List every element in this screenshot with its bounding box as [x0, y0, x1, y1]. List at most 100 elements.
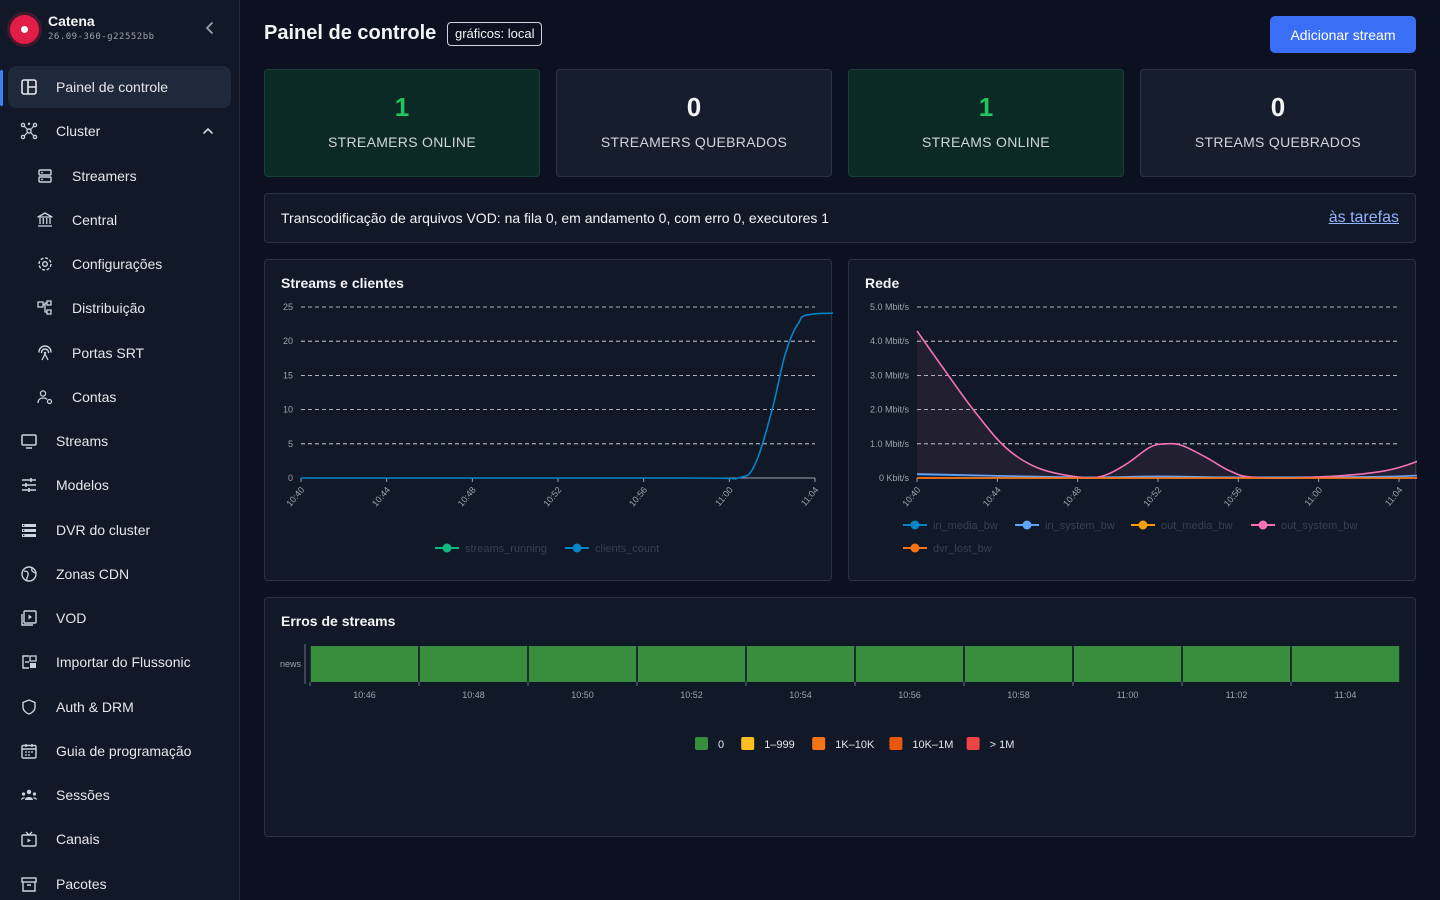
x-tick-label: 10:50 — [571, 690, 594, 700]
legend-label: out_media_bw — [1161, 520, 1233, 532]
x-tick-label: 11:04 — [1383, 485, 1405, 508]
sidebar-item-cluster[interactable]: Cluster — [8, 110, 231, 152]
sidebar-item-label: Painel de controle — [56, 79, 169, 95]
y-tick-label: 10 — [283, 405, 293, 415]
legend-label: > 1M — [990, 739, 1015, 751]
stat-label: STREAMERS QUEBRADOS — [600, 134, 788, 150]
sidebar-item-label: Zonas CDN — [56, 566, 130, 582]
x-tick-label: 10:58 — [1007, 690, 1030, 700]
heatmap-cell — [964, 646, 1073, 682]
legend-item: > 1M — [966, 737, 1015, 751]
globe-icon — [21, 566, 37, 582]
stat-label: STREAMS QUEBRADOS — [1194, 134, 1362, 150]
stat-streams-broken: 0 STREAMS QUEBRADOS — [1140, 69, 1416, 177]
legend-label: 10K–1M — [912, 739, 953, 751]
sidebar-item-canais[interactable]: Canais — [8, 818, 231, 860]
sidebar-item-pacotes[interactable]: Pacotes — [8, 863, 231, 900]
sidebar-item-streams[interactable]: Streams — [8, 420, 231, 462]
sidebar-item-label: Sessões — [56, 787, 110, 803]
stat-streams-online: 1 STREAMS ONLINE — [848, 69, 1124, 177]
sidebar-item-configuracoes[interactable]: Configurações — [8, 243, 231, 285]
sidebar-item-label: Canais — [56, 831, 100, 847]
legend-label: 1K–10K — [835, 739, 875, 751]
collapse-sidebar-icon[interactable] — [202, 20, 218, 36]
sidebar-item-distribuicao[interactable]: Distribuição — [8, 287, 231, 329]
y-tick-label: 5.0 Mbit/s — [870, 302, 910, 312]
x-tick-label: 10:48 — [456, 485, 478, 509]
legend-label: 0 — [718, 739, 724, 751]
x-tick-label: 10:56 — [898, 690, 921, 700]
distribution-icon — [37, 300, 52, 315]
y-tick-label: 5 — [288, 439, 293, 449]
heatmap-cell — [528, 646, 637, 682]
legend-label: in_system_bw — [1045, 520, 1115, 532]
sidebar-item-sessoes[interactable]: Sessões — [8, 774, 231, 816]
sidebar-item-importar[interactable]: Importar do Flussonic — [8, 641, 231, 683]
tv-icon — [21, 831, 37, 847]
y-tick-label: 3.0 Mbit/s — [870, 370, 910, 380]
x-tick-label: 10:48 — [462, 690, 485, 700]
x-tick-label: 10:52 — [680, 690, 703, 700]
x-tick-label: 11:04 — [799, 485, 821, 508]
sidebar-item-dashboard[interactable]: Painel de controle — [8, 66, 231, 108]
legend-marker — [572, 543, 582, 553]
chevron-up-icon[interactable] — [201, 124, 215, 138]
row-label: news — [280, 659, 302, 669]
users-icon — [21, 789, 37, 800]
sidebar-item-zonas-cdn[interactable]: Zonas CDN — [8, 553, 231, 595]
legend-swatch — [741, 737, 755, 750]
add-stream-button[interactable]: Adicionar stream — [1270, 16, 1416, 53]
sidebar-item-label: Central — [72, 212, 118, 228]
legend-item: 1–999 — [741, 737, 795, 751]
sidebar-item-vod[interactable]: VOD — [8, 597, 231, 639]
legend-item-clients_count: clients_count — [565, 543, 659, 555]
tasks-link[interactable]: às tarefas — [1329, 209, 1399, 227]
sidebar-item-label: VOD — [56, 610, 87, 626]
sidebar-item-guia[interactable]: Guia de programação — [8, 730, 231, 772]
sidebar-item-modelos[interactable]: Modelos — [8, 464, 231, 506]
legend-marker — [1138, 520, 1148, 530]
stream-errors-panel: Erros de streams news 10:46 10:48 10:50 10:5… — [264, 597, 1416, 837]
sidebar-item-contas[interactable]: Contas — [8, 376, 231, 418]
sidebar-item-label: Streams — [56, 433, 109, 449]
legend-item-dvr_lost_bw: dvr_lost_bw — [903, 543, 992, 555]
sliders-icon — [22, 478, 36, 492]
x-tick-label: 10:52 — [541, 485, 563, 509]
legend-swatch — [889, 737, 903, 750]
network-panel: Rede 0 Kbit/s 1.0 Mbit/s 2.0 Mbit/s 3.0 Mbi… — [848, 259, 1417, 581]
legend-marker — [1258, 520, 1268, 530]
sidebar-item-streamers[interactable]: Streamers — [8, 155, 231, 197]
x-tick-label: 10:48 — [1061, 485, 1083, 509]
x-tick-label: 10:56 — [627, 485, 649, 509]
x-tick-label: 10:46 — [353, 690, 376, 700]
streams-clients-panel: Streams e clientes 0 5 10 15 20 25 10:40 10:44 1… — [264, 259, 833, 581]
x-tick-label: 11:00 — [1302, 485, 1324, 508]
network-chart: 0 Kbit/s 1.0 Mbit/s 2.0 Mbit/s 3.0 Mbit/s 4.… — [870, 302, 1417, 555]
sidebar-item-dvr-do-cluster[interactable]: DVR do cluster — [8, 509, 231, 551]
y-tick-label: 20 — [283, 336, 293, 346]
sidebar-item-label: Modelos — [56, 477, 109, 493]
charts-source-badge[interactable]: gráficos: local — [447, 22, 543, 46]
x-tick-label: 10:44 — [370, 485, 392, 509]
series-area-out_system_bw — [917, 330, 1417, 478]
heatmap-cell — [746, 646, 855, 682]
heatmap-cell — [310, 646, 419, 682]
page-title: Painel de controle — [264, 22, 437, 44]
monitor-icon — [21, 434, 37, 449]
bank-icon — [37, 212, 53, 227]
sidebar-item-central[interactable]: Central — [8, 199, 231, 241]
sidebar-item-auth-drm[interactable]: Auth & DRM — [8, 686, 231, 728]
sidebar-item-portas-srt[interactable]: Portas SRT — [8, 332, 231, 374]
sidebar-item-label: Pacotes — [56, 876, 107, 892]
heatmap-cell — [637, 646, 746, 682]
legend-label: dvr_lost_bw — [933, 543, 992, 555]
sidebar-item-label: DVR do cluster — [56, 522, 151, 538]
shield-icon — [22, 699, 36, 715]
legend-label: in_media_bw — [933, 520, 998, 532]
x-tick-label: 10:56 — [1222, 485, 1244, 509]
gear-icon — [38, 257, 52, 271]
legend-item-in_media_bw: in_media_bw — [903, 520, 998, 532]
legend-marker — [1022, 520, 1032, 530]
y-tick-label: 0 Kbit/s — [879, 473, 910, 483]
sidebar-item-label: Distribuição — [72, 300, 146, 316]
